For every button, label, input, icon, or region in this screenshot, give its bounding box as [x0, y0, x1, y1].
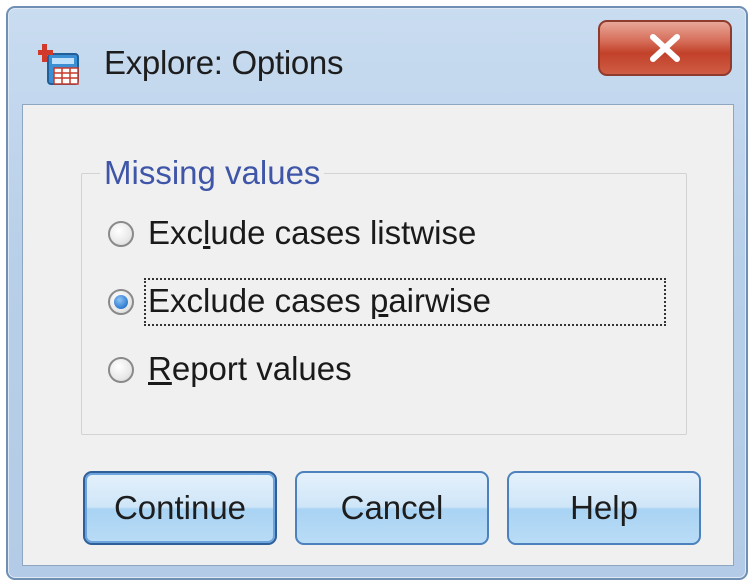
close-icon [650, 34, 680, 62]
help-button[interactable]: Help [507, 471, 701, 545]
radio-report-values[interactable]: Report values [108, 348, 358, 392]
radio-dot [114, 295, 128, 309]
title-bar[interactable]: Explore: Options [8, 8, 746, 104]
dialog-window: Explore: Options Missing values Exclude … [6, 6, 748, 580]
radio-button-selected[interactable] [108, 289, 134, 315]
window-title: Explore: Options [104, 44, 344, 81]
continue-button[interactable]: Continue [83, 471, 277, 545]
spss-dialog-icon [36, 42, 84, 88]
close-button[interactable] [598, 20, 732, 76]
missing-values-group: Missing values Exclude cases listwise Ex… [81, 154, 687, 435]
radio-label: Report values [148, 350, 352, 387]
radio-label: Exclude cases pairwise [144, 278, 666, 326]
group-label: Missing values [100, 154, 325, 192]
radio-label: Exclude cases listwise [148, 214, 477, 251]
cancel-button[interactable]: Cancel [295, 471, 489, 545]
radio-exclude-pairwise[interactable]: Exclude cases pairwise [108, 278, 666, 326]
radio-exclude-listwise[interactable]: Exclude cases listwise [108, 212, 482, 256]
radio-button[interactable] [108, 357, 134, 383]
dialog-content: Missing values Exclude cases listwise Ex… [22, 104, 734, 566]
radio-button[interactable] [108, 221, 134, 247]
